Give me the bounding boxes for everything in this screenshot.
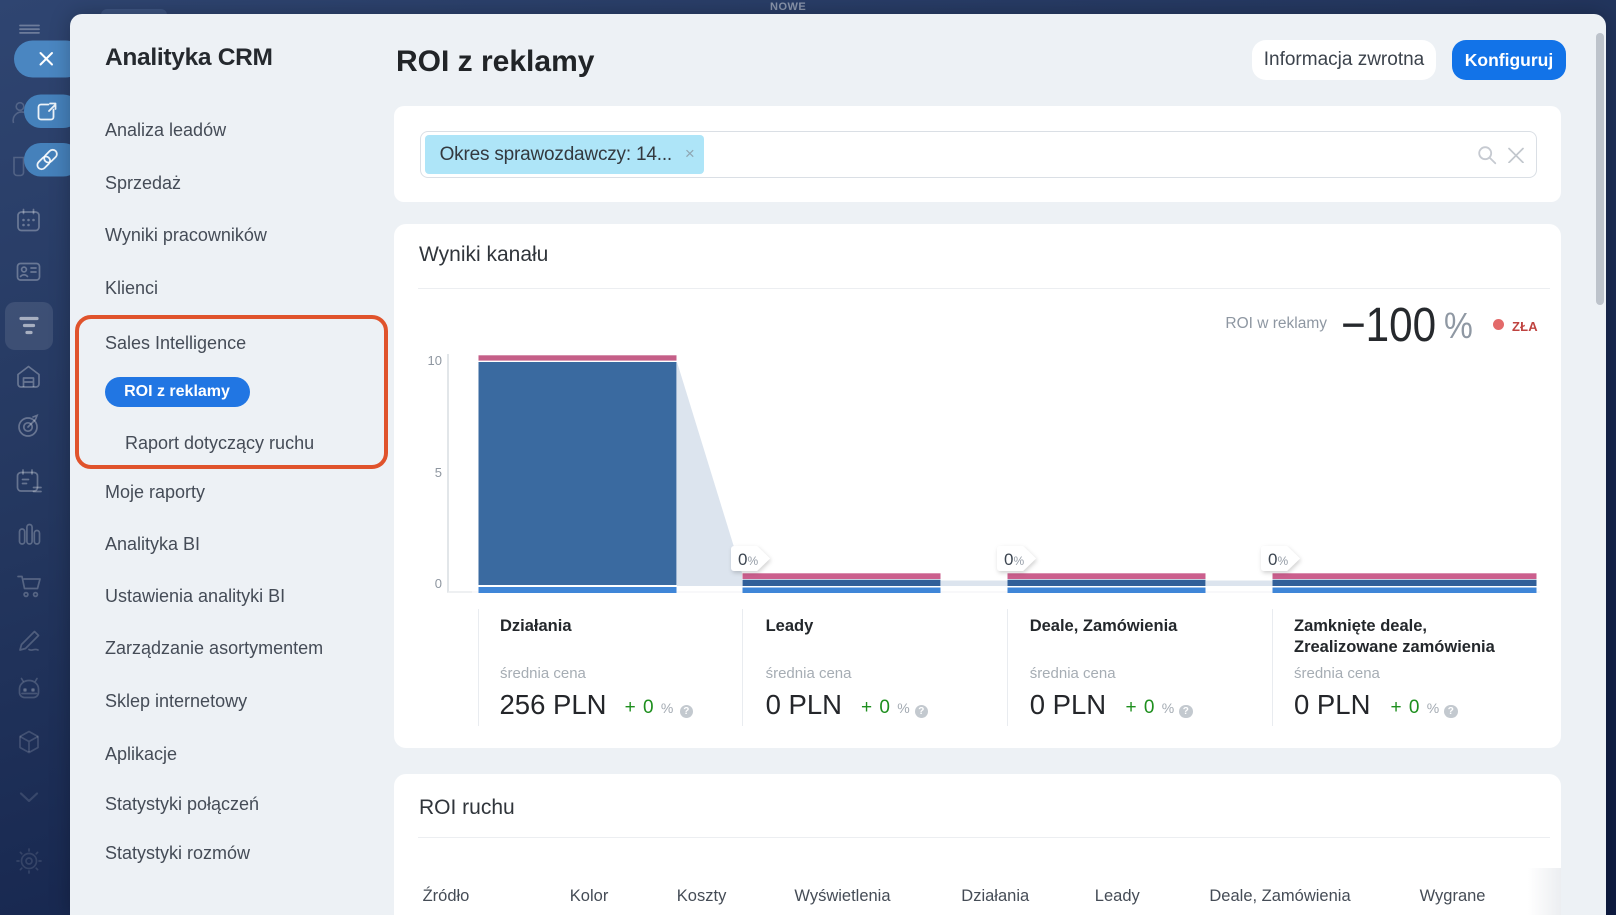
svg-text:5: 5 bbox=[435, 465, 442, 480]
svg-text:0: 0 bbox=[435, 576, 442, 591]
svg-text:10: 10 bbox=[428, 353, 442, 368]
